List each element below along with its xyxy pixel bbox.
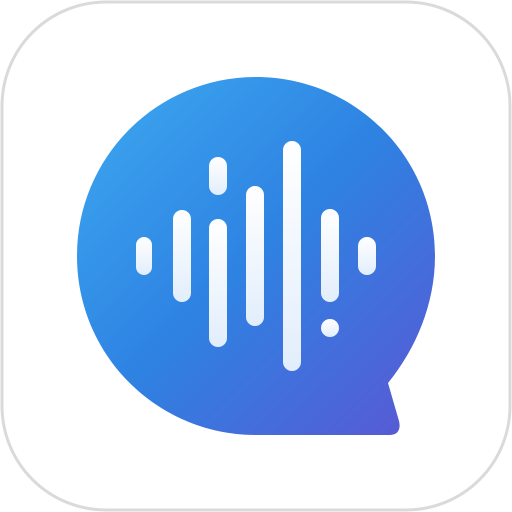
waveform-bar — [321, 209, 339, 302]
app-icon[interactable] — [0, 0, 512, 512]
waveform-bar — [173, 210, 191, 302]
waveform-dot — [321, 319, 339, 337]
waveform-bar — [209, 157, 227, 195]
waveform-bar — [358, 237, 376, 275]
waveform-bar — [209, 219, 227, 347]
waveform-bar — [283, 141, 301, 371]
waveform-bar — [246, 186, 264, 326]
waveform-bar — [136, 237, 152, 275]
